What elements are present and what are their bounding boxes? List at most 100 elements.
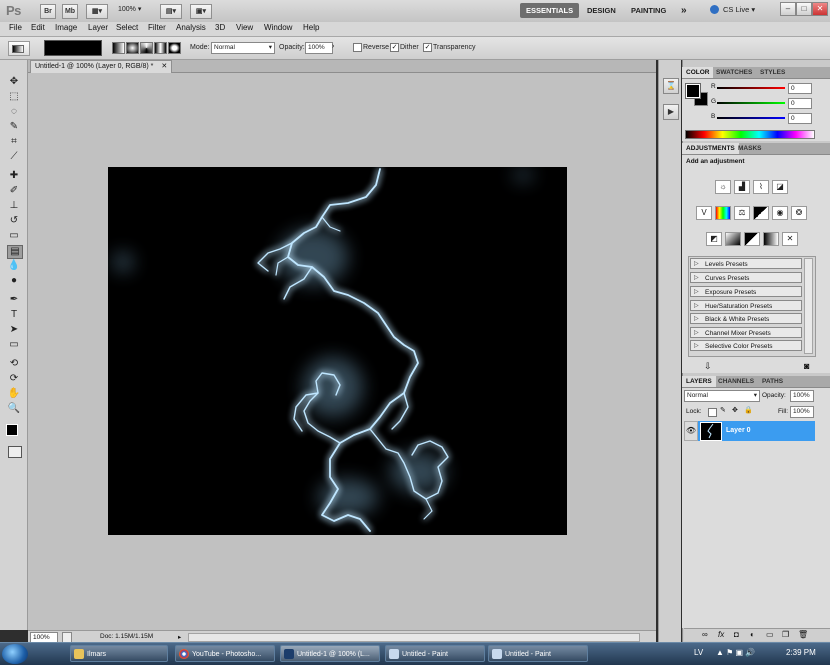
levels-icon[interactable]: ▟ bbox=[734, 180, 750, 194]
curves-icon[interactable]: ⌇ bbox=[753, 180, 769, 194]
angle-gradient-button[interactable] bbox=[140, 42, 153, 54]
delete-layer-icon[interactable]: 🗑 bbox=[798, 630, 808, 639]
channel-r-slider[interactable] bbox=[717, 87, 785, 89]
tab-styles[interactable]: STYLES bbox=[756, 67, 789, 78]
transparency-checkbox[interactable]: ✓ bbox=[423, 43, 432, 52]
channel-mixer-icon[interactable]: ❂ bbox=[791, 206, 807, 220]
channel-r-input[interactable]: 0 bbox=[788, 83, 812, 94]
tool-preset-picker[interactable] bbox=[8, 41, 30, 56]
link-layers-icon[interactable]: ∞ bbox=[702, 630, 708, 639]
menu-file[interactable]: File bbox=[9, 23, 22, 32]
preset-hue-saturation[interactable]: ▷ Hue/Saturation Presets bbox=[690, 300, 802, 311]
opacity-slider-arrow[interactable]: › bbox=[332, 43, 334, 50]
path-selection-tool-icon[interactable]: ➤ bbox=[7, 324, 21, 336]
panel-options-icon[interactable]: ◙ bbox=[804, 361, 809, 371]
mini-bridge-button[interactable]: Mb bbox=[62, 4, 78, 19]
linear-gradient-button[interactable] bbox=[112, 42, 125, 54]
black-white-icon[interactable] bbox=[753, 206, 769, 220]
image-canvas[interactable] bbox=[108, 167, 567, 535]
brightness-contrast-icon[interactable]: ☼ bbox=[715, 180, 731, 194]
layer-row-layer-0[interactable]: Layer 0 bbox=[698, 421, 815, 441]
vibrance-icon[interactable]: V bbox=[696, 206, 712, 220]
tab-paths[interactable]: PATHS bbox=[758, 376, 787, 387]
opacity-input[interactable]: 100% bbox=[305, 42, 333, 54]
tab-adjustments[interactable]: ADJUSTMENTS bbox=[682, 143, 739, 154]
menu-image[interactable]: Image bbox=[55, 23, 77, 32]
channel-b-input[interactable]: 0 bbox=[788, 113, 812, 124]
crop-tool-icon[interactable]: ⌗ bbox=[7, 136, 21, 148]
tab-channels[interactable]: CHANNELS bbox=[714, 376, 758, 387]
invert-icon[interactable]: ◩ bbox=[706, 232, 722, 246]
task-paint-2[interactable]: Untitled - Paint bbox=[488, 645, 588, 662]
bridge-button[interactable]: Br bbox=[40, 4, 56, 19]
menu-layer[interactable]: Layer bbox=[88, 23, 108, 32]
reverse-checkbox[interactable] bbox=[353, 43, 362, 52]
dither-checkbox[interactable]: ✓ bbox=[390, 43, 399, 52]
view-extras-button[interactable]: ▦▾ bbox=[86, 4, 108, 19]
menu-help[interactable]: Help bbox=[303, 23, 319, 32]
minimize-button[interactable]: – bbox=[780, 2, 796, 16]
gradient-map-icon[interactable] bbox=[763, 232, 779, 246]
healing-brush-tool-icon[interactable]: ✚ bbox=[7, 170, 21, 182]
clone-stamp-tool-icon[interactable]: ⊥ bbox=[7, 200, 21, 212]
tab-layers[interactable]: LAYERS bbox=[682, 376, 716, 387]
quick-mask-icon[interactable] bbox=[8, 446, 22, 458]
layer-opacity-input[interactable]: 100% bbox=[790, 390, 814, 402]
menu-filter[interactable]: Filter bbox=[148, 23, 166, 32]
brush-tool-icon[interactable]: ✐ bbox=[7, 185, 21, 197]
workspace-essentials[interactable]: ESSENTIALS bbox=[520, 3, 580, 18]
zoom-level-select[interactable]: 100% ▾ bbox=[118, 5, 141, 13]
clock[interactable]: 2:39 PM bbox=[786, 648, 816, 657]
preset-selective-color[interactable]: ▷ Selective Color Presets bbox=[690, 340, 802, 351]
tab-swatches[interactable]: SWATCHES bbox=[712, 67, 756, 78]
radial-gradient-button[interactable] bbox=[126, 42, 139, 54]
move-tool-icon[interactable]: ✥ bbox=[7, 76, 21, 88]
task-paint-1[interactable]: Untitled - Paint bbox=[385, 645, 485, 662]
close-button[interactable]: ✕ bbox=[812, 2, 828, 16]
workspace-design[interactable]: DESIGN bbox=[587, 3, 616, 18]
color-foreground-swatch[interactable] bbox=[685, 83, 701, 99]
hand-tool-icon[interactable]: ✋ bbox=[7, 388, 21, 400]
lock-transparent-icon[interactable] bbox=[708, 408, 717, 417]
marquee-tool-icon[interactable]: ⬚ bbox=[7, 91, 21, 103]
maximize-button[interactable]: □ bbox=[796, 2, 812, 16]
document-tab-close-icon[interactable]: ✕ bbox=[161, 63, 167, 70]
preset-exposure[interactable]: ▷ Exposure Presets bbox=[690, 286, 802, 297]
color-balance-icon[interactable]: ⚖ bbox=[734, 206, 750, 220]
workspace-painting[interactable]: PAINTING bbox=[631, 3, 666, 18]
input-language[interactable]: LV bbox=[694, 648, 703, 657]
horizontal-scrollbar[interactable] bbox=[188, 633, 640, 642]
task-photoshop[interactable]: Untitled-1 @ 100% (L... bbox=[280, 645, 380, 662]
status-menu-arrow[interactable]: ▸ bbox=[178, 633, 181, 641]
gradient-tool-icon[interactable]: ▤ bbox=[7, 245, 23, 259]
channel-g-input[interactable]: 0 bbox=[788, 98, 812, 109]
add-mask-icon[interactable]: ◘ bbox=[734, 630, 739, 639]
mode-select[interactable]: Normal ▾ bbox=[211, 42, 275, 54]
menu-view[interactable]: View bbox=[236, 23, 253, 32]
history-brush-tool-icon[interactable]: ↺ bbox=[7, 215, 21, 227]
preset-black-white[interactable]: ▷ Black & White Presets bbox=[690, 313, 802, 324]
blur-tool-icon[interactable]: 💧 bbox=[7, 260, 21, 272]
menu-window[interactable]: Window bbox=[264, 23, 292, 32]
3d-rotate-tool-icon[interactable]: ⟲ bbox=[7, 358, 21, 370]
arrange-documents-button[interactable]: ▤▾ bbox=[160, 4, 182, 19]
reflected-gradient-button[interactable] bbox=[154, 42, 167, 54]
preset-levels[interactable]: ▷ Levels Presets bbox=[690, 258, 802, 269]
actions-panel-icon[interactable]: ▶ bbox=[663, 104, 679, 120]
hue-saturation-icon[interactable] bbox=[715, 206, 731, 220]
tab-color[interactable]: COLOR bbox=[682, 67, 714, 78]
menu-select[interactable]: Select bbox=[116, 23, 138, 32]
cs-live-button[interactable]: CS Live ▾ bbox=[723, 5, 755, 14]
adjustment-layer-icon[interactable]: ◐ bbox=[750, 630, 755, 639]
fill-input[interactable]: 100% bbox=[790, 406, 814, 418]
screen-mode-button[interactable]: ▣▾ bbox=[190, 4, 212, 19]
task-ilmars[interactable]: Ilmars bbox=[70, 645, 168, 662]
diamond-gradient-button[interactable] bbox=[168, 42, 181, 54]
quick-selection-tool-icon[interactable]: ✎ bbox=[7, 121, 21, 133]
lock-position-icon[interactable]: ✥ bbox=[732, 406, 738, 414]
channel-b-slider[interactable] bbox=[717, 117, 785, 119]
eyedropper-tool-icon[interactable]: ⟋ bbox=[7, 151, 21, 163]
channel-g-slider[interactable] bbox=[717, 102, 785, 104]
dodge-tool-icon[interactable]: ● bbox=[7, 275, 21, 287]
tab-masks[interactable]: MASKS bbox=[734, 143, 765, 154]
